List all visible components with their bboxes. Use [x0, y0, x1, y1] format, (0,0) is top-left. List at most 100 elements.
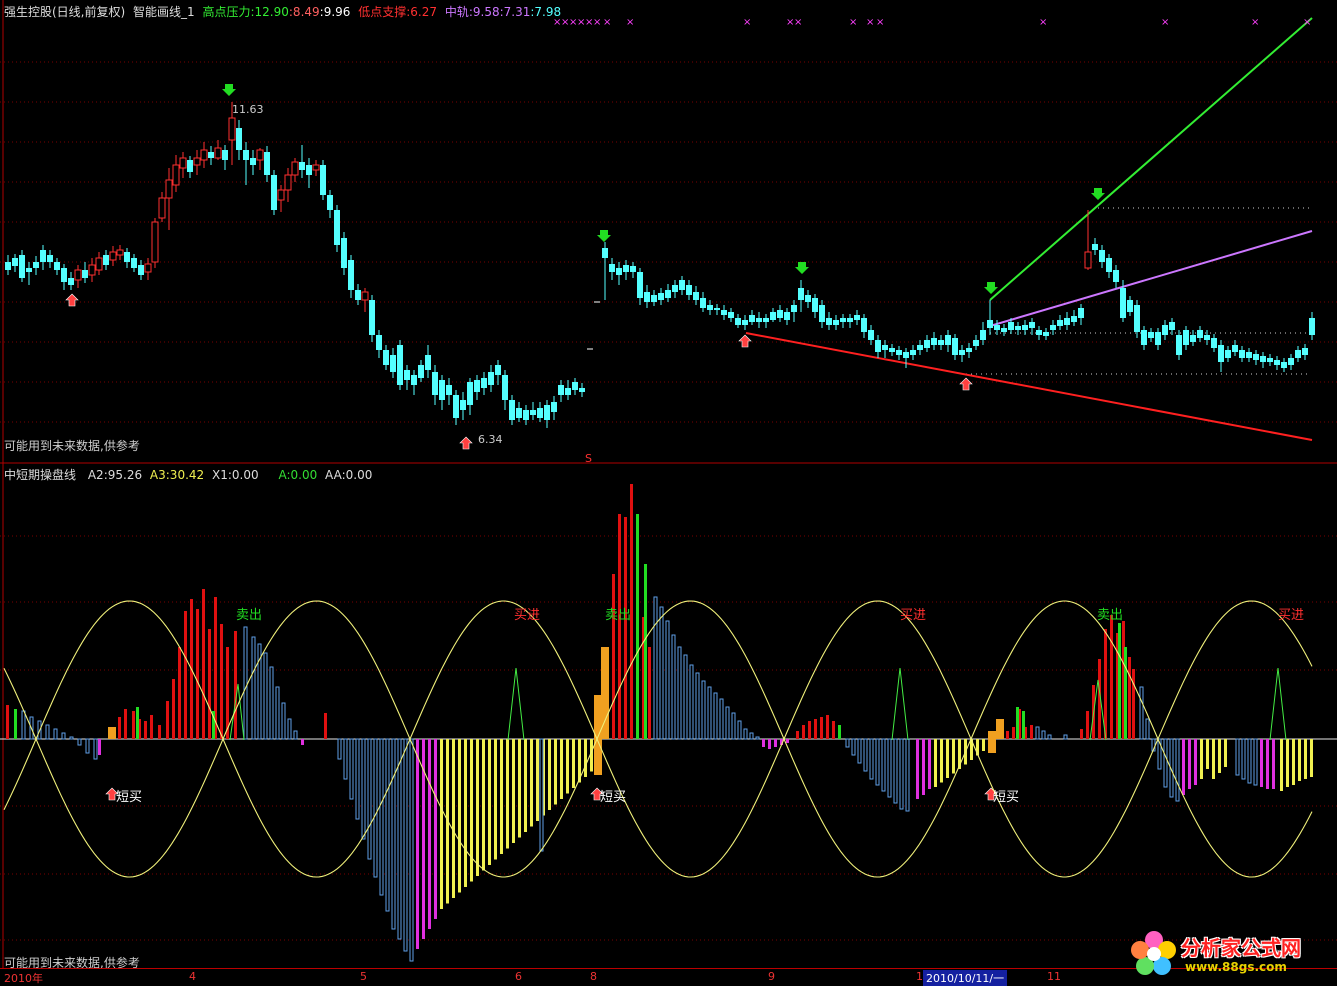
short-buy-label-1: 短买 [116, 790, 143, 805]
candle-body-181 [1288, 358, 1294, 365]
osc-bar-128 [808, 721, 811, 739]
candle-body-119 [854, 315, 860, 320]
osc-bar-24 [184, 611, 187, 739]
short-buy-label-3: 短买 [993, 790, 1020, 805]
candle-body-29 [208, 152, 214, 158]
candle-body-176 [1253, 354, 1259, 360]
osc-bar-72 [494, 739, 497, 860]
aa-value: AA:0.00 [325, 468, 373, 482]
osc-bar-76 [518, 739, 521, 838]
osc-bar-6 [53, 728, 58, 740]
osc-bar-116 [731, 712, 736, 740]
osc-bar-85 [572, 739, 575, 788]
osc-bar-131 [826, 715, 829, 739]
peak-triangle-1 [507, 667, 525, 741]
candle-body-2 [19, 255, 25, 278]
osc-bar-33 [136, 707, 139, 739]
osc-bar-200 [1247, 738, 1252, 784]
osc-bar-191 [1188, 739, 1191, 789]
osc-bar-129 [814, 719, 817, 739]
osc-bar-145 [916, 739, 919, 799]
osc-bar-77 [524, 739, 527, 832]
osc-bar-105 [665, 620, 670, 740]
osc-bar-20 [158, 725, 161, 739]
osc-bar-142 [893, 738, 898, 804]
osc-bar-125 [786, 739, 789, 743]
osc-bar-30 [220, 624, 223, 739]
osc-bar-54 [385, 738, 390, 912]
candle-body-140 [1001, 328, 1007, 332]
oscillator-bars [6, 484, 1313, 962]
osc-bar-171 [1080, 729, 1083, 739]
candle-body-184 [1309, 318, 1315, 335]
candle-body-145 [1036, 330, 1042, 335]
osc-bar-151 [952, 739, 955, 774]
candle-body-71 [502, 375, 508, 400]
candle-body-156 [1113, 270, 1119, 282]
osc-bar-93 [601, 647, 609, 739]
osc-bar-100 [648, 647, 651, 739]
candle-body-45 [320, 165, 326, 195]
candle-body-137 [980, 330, 986, 340]
s-marker: S [585, 452, 592, 465]
osc-bar-69 [476, 739, 479, 876]
candle-body-78 [551, 402, 557, 412]
sell-label-1: 卖出 [236, 608, 263, 623]
stock-chart-canvas[interactable]: × × × × × × × × × × × × × × × × × ×S [0, 0, 1337, 984]
mid-trend-line [989, 230, 1313, 327]
candle-body-126 [903, 352, 909, 358]
osc-bar-42 [287, 718, 292, 740]
a-value: A:0.00 [278, 468, 318, 482]
candle-body-52 [369, 300, 375, 335]
osc-bar-92 [594, 695, 602, 739]
a3-value: A3:30.42 [149, 468, 205, 482]
candle-body-56 [397, 345, 403, 385]
osc-bar-74 [506, 739, 509, 849]
candle-body-7 [54, 262, 60, 270]
osc-bar-27 [202, 589, 205, 739]
axis-month-11: 11 [1047, 970, 1061, 983]
candle-body-104 [749, 315, 755, 322]
candle-body-73 [516, 408, 522, 418]
osc-bar-204 [1272, 739, 1275, 789]
candle-body-101 [728, 312, 734, 318]
osc-bar-87 [584, 739, 587, 777]
sell-arrow-icon-4 [1091, 188, 1105, 200]
candle-body-158 [1127, 300, 1133, 312]
osc-bar-62 [434, 739, 437, 919]
candle-body-38 [271, 175, 277, 210]
cross-marker-12: × [866, 17, 874, 28]
candle-body-90 [651, 295, 657, 302]
candle-body-151 [1078, 308, 1084, 318]
candle-body-54 [383, 350, 389, 365]
osc-bar-48 [349, 738, 354, 800]
a2-value: A2:95.26 [87, 468, 143, 482]
osc-bar-104 [659, 606, 664, 740]
trend-lines [745, 17, 1313, 441]
osc-bar-2 [21, 710, 26, 740]
candle-body-39 [277, 189, 285, 201]
candle-body-98 [707, 305, 713, 310]
osc-bar-147 [928, 739, 931, 789]
osc-bar-139 [875, 738, 880, 786]
candle-body-127 [910, 350, 916, 355]
candle-body-162 [1155, 332, 1161, 345]
osc-bar-166 [1022, 711, 1025, 739]
osc-bar-183 [1139, 686, 1144, 740]
candle-body-168 [1197, 330, 1203, 338]
osc-bar-59 [416, 739, 419, 949]
osc-bar-169 [1047, 734, 1052, 740]
price-grid [0, 0, 1337, 968]
candle-body-107 [770, 312, 776, 320]
osc-bar-58 [409, 738, 414, 962]
candle-body-55 [390, 355, 396, 372]
watermark-name: 分析家公式网 [1181, 936, 1301, 960]
osc-bar-209 [1304, 739, 1307, 779]
candle-body-93 [672, 285, 678, 292]
candle-body-43 [306, 165, 312, 175]
osc-bar-146 [922, 739, 925, 795]
osc-bar-137 [863, 738, 868, 772]
high-price-label: 11.63 [232, 103, 264, 116]
candle-body-125 [896, 350, 902, 355]
candle-body-154 [1099, 250, 1105, 262]
